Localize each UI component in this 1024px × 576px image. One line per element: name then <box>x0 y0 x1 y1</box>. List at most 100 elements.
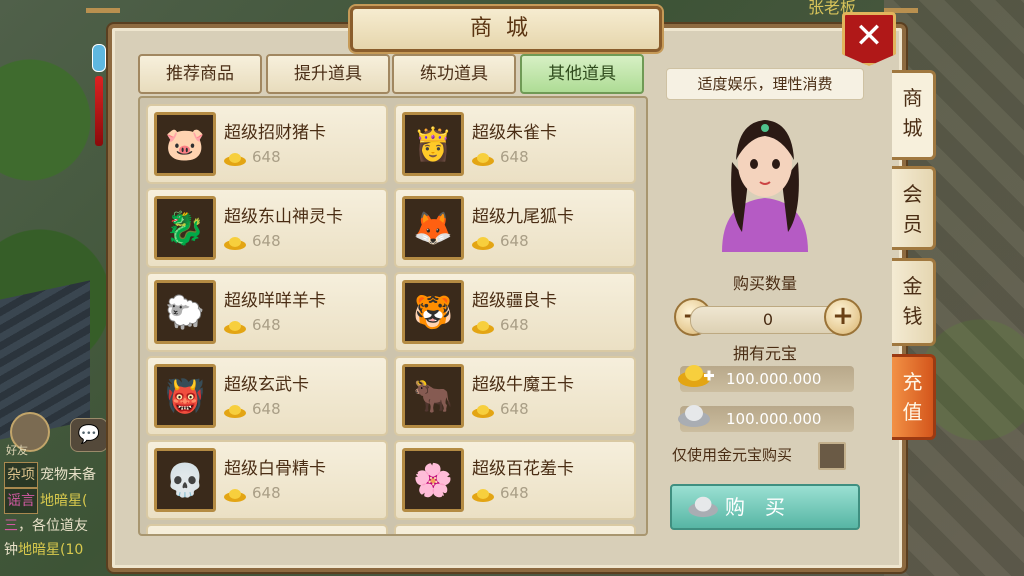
chat-line: 钟地暗星(10 <box>4 538 114 562</box>
moderation-slogan: 适度娱乐，理性消费 <box>666 68 864 100</box>
dragon-card-icon: 🐉 <box>154 196 216 260</box>
vtab-label: 金钱 <box>902 274 923 328</box>
list-item[interactable]: 🦊 超级九尾狐卡 648 <box>394 188 636 268</box>
fox-card-icon: 🦊 <box>402 196 464 260</box>
gold-amount: 100.000.000 <box>726 370 822 388</box>
buy-button[interactable]: 购买 <box>670 484 860 530</box>
list-item[interactable]: 💀 超级白骨精卡 648 <box>146 440 388 520</box>
gold-ingot-icon <box>472 237 494 250</box>
tassel-decoration <box>92 44 106 154</box>
gold-ingot-icon <box>224 405 246 418</box>
silver-amount: 100.000.000 <box>726 410 822 428</box>
vtab-shop[interactable]: 商城 <box>892 70 936 160</box>
chat-line: 三，各位道友 <box>4 514 114 538</box>
item-price: 648 <box>500 232 529 250</box>
gold-ingot-icon <box>472 153 494 166</box>
gold-ingot-icon <box>472 489 494 502</box>
page-title: 商城 <box>350 6 662 52</box>
item-grid[interactable]: 🐷 超级招财猪卡 648 👸 超级朱雀卡 648 🐉 超级东山神灵卡 648 🦊… <box>146 104 638 534</box>
gold-ingot-icon <box>224 237 246 250</box>
vtab-member[interactable]: 会员 <box>892 166 936 250</box>
pig-card-icon: 🐷 <box>154 112 216 176</box>
gold-ingot-icon <box>224 489 246 502</box>
item-price: 648 <box>500 400 529 418</box>
item-name: 超级牛魔王卡 <box>472 375 574 395</box>
tab-upgrade[interactable]: 提升道具 <box>266 54 390 94</box>
item-price: 648 <box>252 484 281 502</box>
chat-prefix: 钟 <box>4 542 18 558</box>
list-item[interactable]: 🐷 超级招财猪卡 648 <box>146 104 388 184</box>
buy-label: 购买 <box>725 495 805 519</box>
vtab-label: 充值 <box>902 370 923 424</box>
list-item-partial[interactable] <box>394 524 636 534</box>
tab-recommended[interactable]: 推荐商品 <box>138 54 262 94</box>
chat-channel-tag: 谣言 <box>4 488 38 514</box>
chat-text: 地暗星(10 <box>18 542 84 558</box>
item-price: 648 <box>252 148 281 166</box>
chat-text: 宠物未备 <box>40 467 96 483</box>
gold-ingot-add-icon[interactable] <box>678 362 714 388</box>
gold-balance: 100.000.000 <box>678 365 854 392</box>
item-name: 超级玄武卡 <box>224 375 309 395</box>
list-item[interactable]: 🐯 超级疆良卡 648 <box>394 272 636 352</box>
list-item[interactable]: 🐑 超级咩咩羊卡 648 <box>146 272 388 352</box>
list-item-partial[interactable] <box>146 524 388 534</box>
quantity-field[interactable]: 0 <box>690 306 846 334</box>
silver-ingot-icon <box>678 405 710 427</box>
tab-training[interactable]: 练功道具 <box>392 54 516 94</box>
list-item[interactable]: 🐂 超级牛魔王卡 648 <box>394 356 636 436</box>
chat-channel-tag: 杂项 <box>4 462 38 488</box>
item-price: 648 <box>252 232 281 250</box>
bull-demon-card-icon: 🐂 <box>402 364 464 428</box>
bone-demon-card-icon: 💀 <box>154 448 216 512</box>
background-roof <box>0 280 90 440</box>
close-icon: ✕ <box>854 16 884 56</box>
item-name: 超级咩咩羊卡 <box>224 291 326 311</box>
gold-ingot-icon <box>472 321 494 334</box>
friend-label: 好友 <box>6 444 28 457</box>
chat-line: 谣言 地暗星( <box>4 488 114 514</box>
corner-ornament <box>86 8 120 33</box>
vtab-money[interactable]: 金钱 <box>892 258 936 346</box>
chat-bubble-icon[interactable]: 💬 <box>70 418 108 452</box>
item-name: 超级百花羞卡 <box>472 459 574 479</box>
tab-other[interactable]: 其他道具 <box>520 54 644 94</box>
increase-quantity-button[interactable]: + <box>824 298 862 336</box>
quantity-label: 购买数量 <box>732 274 797 293</box>
chat-text: 地暗星( <box>40 493 88 509</box>
item-name: 超级招财猪卡 <box>224 123 326 143</box>
list-item[interactable]: 🐉 超级东山神灵卡 648 <box>146 188 388 268</box>
owned-ingots-label: 拥有元宝 <box>732 344 797 363</box>
shopkeeper-portrait-icon <box>722 120 808 252</box>
flower-fairy-card-icon: 🌸 <box>402 448 464 512</box>
chat-text: ，各位道友 <box>18 518 88 534</box>
item-price: 648 <box>500 484 529 502</box>
chat-prefix: 三 <box>4 518 18 534</box>
gold-ingot-icon <box>224 321 246 334</box>
vtab-recharge[interactable]: 充值 <box>892 354 936 440</box>
item-price: 648 <box>500 148 529 166</box>
list-item[interactable]: 👸 超级朱雀卡 648 <box>394 104 636 184</box>
item-price: 648 <box>500 316 529 334</box>
silver-balance: 100.000.000 <box>678 405 854 432</box>
item-name: 超级白骨精卡 <box>224 459 326 479</box>
only-gold-label: 仅使用金元宝购买 <box>672 446 793 464</box>
item-name: 超级东山神灵卡 <box>224 207 343 227</box>
vtab-label: 商城 <box>902 86 923 140</box>
item-price: 648 <box>252 316 281 334</box>
tiger-card-icon: 🐯 <box>402 280 464 344</box>
only-gold-checkbox[interactable] <box>818 442 846 470</box>
item-price: 648 <box>252 400 281 418</box>
sheep-card-icon: 🐑 <box>154 280 216 344</box>
chat-line: 杂项 宠物未备 <box>4 462 114 488</box>
gold-ingot-icon <box>224 153 246 166</box>
plus-icon: + <box>832 301 854 331</box>
item-name: 超级朱雀卡 <box>472 123 557 143</box>
chat-log: 杂项 宠物未备 谣言 地暗星( 三，各位道友 钟地暗星(10 <box>4 462 114 562</box>
list-item[interactable]: 👹 超级玄武卡 648 <box>146 356 388 436</box>
silver-ingot-icon <box>688 496 718 518</box>
purchase-sidebar: 适度娱乐，理性消费 购买数量 − 0 + 拥有元宝 100.000.000 10… <box>662 58 868 530</box>
item-name: 超级九尾狐卡 <box>472 207 574 227</box>
list-item[interactable]: 🌸 超级百花羞卡 648 <box>394 440 636 520</box>
vermilion-bird-card-icon: 👸 <box>402 112 464 176</box>
